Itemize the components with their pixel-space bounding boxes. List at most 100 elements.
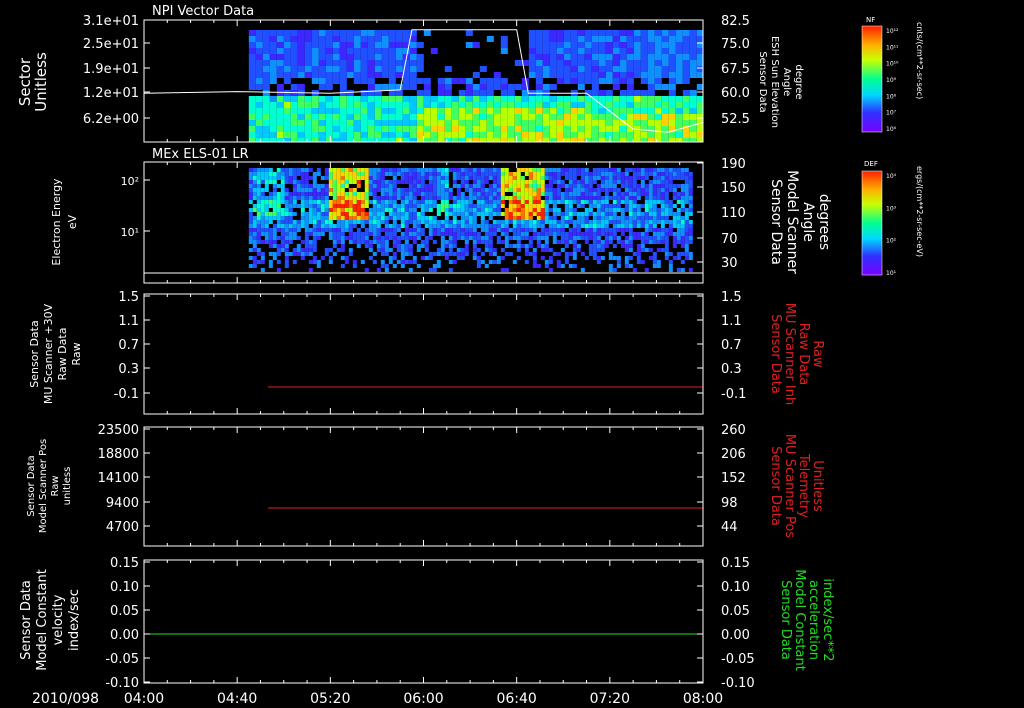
y-tick-right: 30	[721, 256, 738, 271]
heatmap-cell	[260, 200, 265, 204]
heatmap-cell	[568, 204, 573, 208]
heatmap-cell	[628, 256, 633, 260]
colorbar-tick: 10¹¹	[886, 44, 899, 51]
heatmap-cell	[340, 208, 345, 212]
heatmap-cell	[388, 224, 393, 228]
heatmap-cell	[528, 180, 533, 184]
heatmap-cell	[388, 232, 393, 236]
heatmap-cell	[636, 176, 641, 180]
heatmap-cell	[374, 132, 382, 138]
heatmap-cell	[668, 132, 676, 138]
heatmap-cell	[260, 228, 265, 232]
heatmap-cell	[568, 168, 573, 172]
heatmap-cell	[604, 208, 609, 212]
heatmap-cell	[416, 120, 424, 126]
heatmap-cell	[384, 184, 389, 188]
heatmap-cell	[252, 232, 257, 236]
panel-4-ticks	[143, 427, 704, 546]
heatmap-cell	[542, 66, 550, 72]
heatmap-cell	[396, 236, 401, 240]
heatmap-cell	[272, 244, 277, 248]
heatmap-cell	[456, 248, 461, 252]
heatmap-cell	[456, 224, 461, 228]
heatmap-cell	[661, 72, 669, 78]
heatmap-cell	[598, 132, 606, 138]
heatmap-cell	[528, 216, 533, 220]
heatmap-cell	[409, 48, 417, 54]
heatmap-cell	[652, 196, 657, 200]
heatmap-cell	[516, 188, 521, 192]
heatmap-cell	[676, 216, 681, 220]
heatmap-cell	[500, 228, 505, 232]
heatmap-cell	[264, 220, 269, 224]
heatmap-cell	[612, 236, 617, 240]
y-tick-left: -0.05	[105, 652, 139, 667]
heatmap-cell	[584, 232, 589, 236]
heatmap-cell	[381, 42, 389, 48]
heatmap-cell	[460, 204, 465, 208]
heatmap-cell	[563, 72, 571, 78]
heatmap-cell	[556, 114, 564, 120]
heatmap-cell	[532, 176, 537, 180]
y-axis-title-right: acceleration	[806, 580, 821, 660]
heatmap-cell	[255, 132, 263, 138]
heatmap-cell	[640, 54, 648, 60]
heatmap-cell	[628, 196, 633, 200]
heatmap-cell	[436, 212, 441, 216]
heatmap-cell	[320, 192, 325, 196]
heatmap-cell	[605, 138, 613, 142]
heatmap-cell	[248, 232, 253, 236]
heatmap-cell	[480, 212, 485, 216]
heatmap-cell	[304, 66, 312, 72]
heatmap-cell	[664, 240, 669, 244]
heatmap-cell	[264, 208, 269, 212]
heatmap-cell	[264, 204, 269, 208]
heatmap-cell	[468, 168, 473, 172]
heatmap-cell	[424, 184, 429, 188]
heatmap-cell	[300, 176, 305, 180]
heatmap-cell	[496, 240, 501, 244]
heatmap-cell	[408, 168, 413, 172]
heatmap-cell	[584, 236, 589, 240]
heatmap-cell	[348, 176, 353, 180]
heatmap-cell	[572, 192, 577, 196]
heatmap-cell	[256, 228, 261, 232]
heatmap-cell	[268, 220, 273, 224]
heatmap-cell	[528, 48, 536, 54]
heatmap-cell	[367, 102, 375, 108]
heatmap-cell	[262, 138, 270, 142]
heatmap-cell	[424, 204, 429, 208]
heatmap-cell	[605, 42, 613, 48]
heatmap-cell	[344, 212, 349, 216]
heatmap-cell	[684, 172, 689, 176]
heatmap-cell	[636, 224, 641, 228]
heatmap-cell	[325, 108, 333, 114]
heatmap-cell	[577, 60, 585, 66]
y-axis-title-left: Sensor Data	[28, 320, 41, 387]
heatmap-cell	[500, 192, 505, 196]
heatmap-cell	[480, 224, 485, 228]
heatmap-cell	[262, 78, 270, 84]
heatmap-cell	[535, 60, 543, 66]
heatmap-cell	[640, 72, 648, 78]
heatmap-cell	[488, 252, 493, 256]
heatmap-cell	[536, 176, 541, 180]
heatmap-cell	[676, 268, 681, 272]
heatmap-cell	[297, 84, 305, 90]
heatmap-cell	[328, 236, 333, 240]
heatmap-cell	[640, 66, 648, 72]
heatmap-cell	[344, 180, 349, 184]
heatmap-cell	[532, 224, 537, 228]
heatmap-cell	[668, 90, 676, 96]
heatmap-cell	[283, 108, 291, 114]
heatmap-cell	[570, 42, 578, 48]
heatmap-cell	[604, 212, 609, 216]
heatmap-cell	[544, 192, 549, 196]
heatmap-cell	[660, 208, 665, 212]
heatmap-cell	[336, 220, 341, 224]
heatmap-cell	[596, 236, 601, 240]
heatmap-cell	[600, 196, 605, 200]
heatmap-cell	[276, 236, 281, 240]
heatmap-cell	[619, 66, 627, 72]
heatmap-cell	[320, 220, 325, 224]
